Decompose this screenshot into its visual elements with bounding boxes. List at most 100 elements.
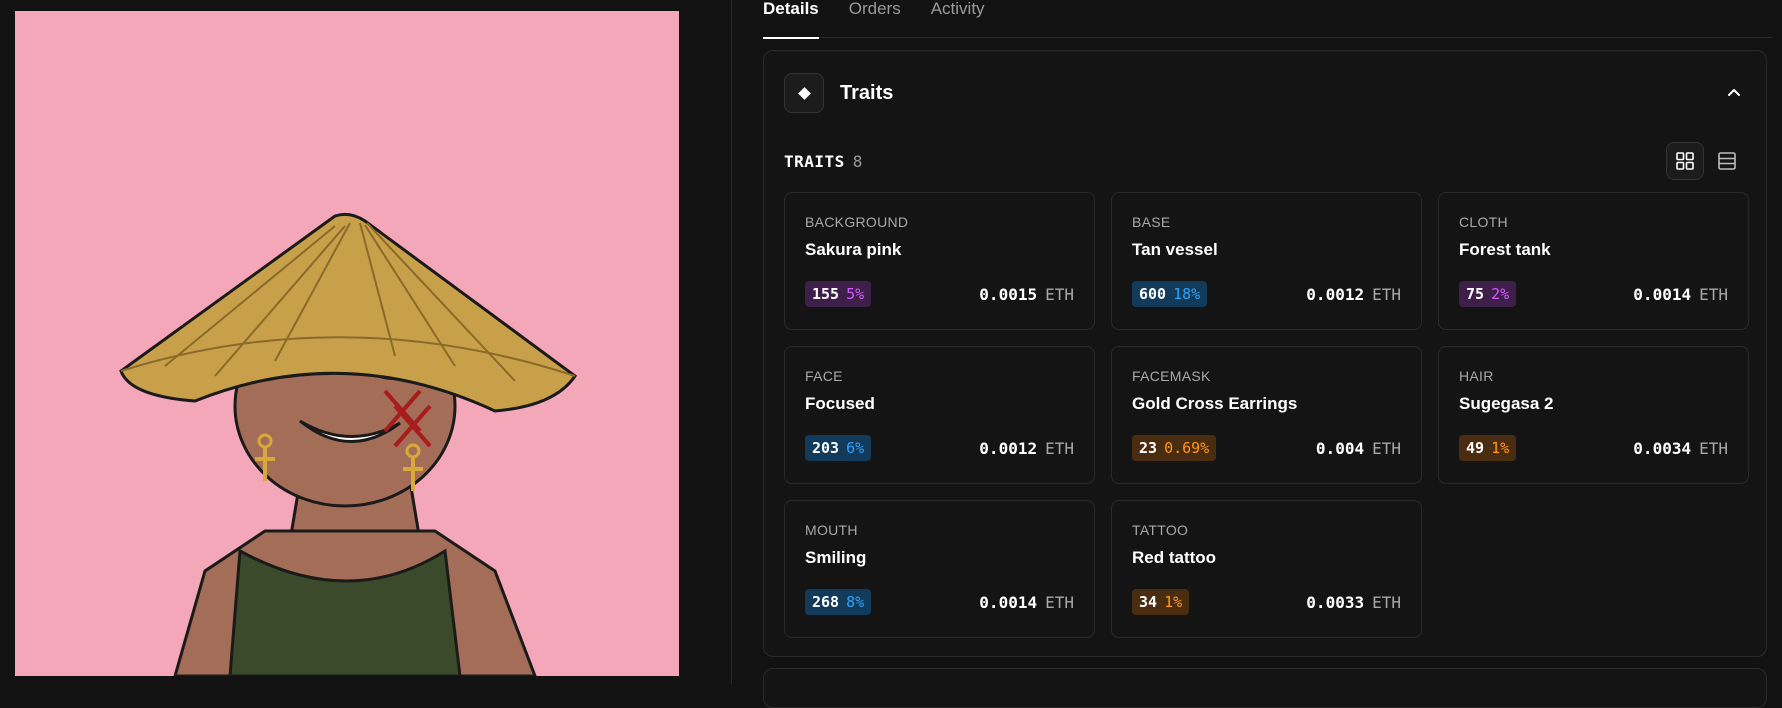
trait-percent: 1% bbox=[1164, 593, 1183, 611]
floor-price: 0.0014 ETH bbox=[1633, 285, 1728, 304]
trait-value: Tan vessel bbox=[1132, 240, 1218, 259]
floor-price: 0.0015 ETH bbox=[979, 285, 1074, 304]
price-amount: 0.0014 bbox=[1633, 284, 1692, 304]
trait-card[interactable]: TATTOO Red tattoo 34 1% 0.0033 ETH bbox=[1111, 500, 1422, 638]
trait-percent: 6% bbox=[846, 439, 865, 457]
trait-grid: BACKGROUND Sakura pink 155 5% 0.0015 ETH BASE T… bbox=[784, 192, 1749, 638]
floor-price: 0.0012 ETH bbox=[979, 439, 1074, 458]
grid-view-icon[interactable] bbox=[1666, 142, 1704, 180]
floor-price: 0.0033 ETH bbox=[1306, 593, 1401, 612]
trait-value: Forest tank bbox=[1459, 240, 1551, 259]
price-amount: 0.0033 bbox=[1306, 592, 1365, 612]
price-amount: 0.0034 bbox=[1633, 438, 1692, 458]
trait-type: TATTOO bbox=[1132, 522, 1189, 538]
trait-type: MOUTH bbox=[805, 522, 858, 538]
trait-value: Smiling bbox=[805, 548, 867, 567]
price-currency: ETH bbox=[1372, 284, 1401, 304]
list-view-icon[interactable] bbox=[1708, 142, 1746, 180]
trait-stats: 600 18% 0.0012 ETH bbox=[1132, 281, 1401, 307]
trait-card[interactable]: MOUTH Smiling 268 8% 0.0014 ETH bbox=[784, 500, 1095, 638]
rarity-badge: 49 1% bbox=[1459, 435, 1517, 461]
rarity-badge: 23 0.69% bbox=[1132, 435, 1217, 461]
chevron-up-icon[interactable] bbox=[1722, 81, 1746, 105]
trait-type: FACEMASK bbox=[1132, 368, 1211, 384]
trait-card[interactable]: CLOTH Forest tank 75 2% 0.0014 ETH bbox=[1438, 192, 1749, 330]
traits-count-row: TRAITS 8 bbox=[784, 141, 1746, 181]
trait-stats: 23 0.69% 0.004 ETH bbox=[1132, 435, 1401, 461]
trait-type: CLOTH bbox=[1459, 214, 1508, 230]
price-currency: ETH bbox=[1372, 438, 1401, 458]
trait-count: 49 bbox=[1466, 439, 1485, 457]
rarity-badge: 34 1% bbox=[1132, 589, 1190, 615]
trait-percent: 5% bbox=[846, 285, 865, 303]
trait-value: Sugegasa 2 bbox=[1459, 394, 1554, 413]
tab-bar: Details Orders Activity bbox=[763, 0, 1772, 39]
trait-percent: 18% bbox=[1173, 285, 1201, 303]
trait-count: 34 bbox=[1139, 593, 1158, 611]
trait-stats: 34 1% 0.0033 ETH bbox=[1132, 589, 1401, 615]
tab-details[interactable]: Details bbox=[763, 0, 819, 39]
nft-image[interactable] bbox=[15, 11, 679, 676]
traits-count: 8 bbox=[852, 151, 863, 171]
price-currency: ETH bbox=[1372, 592, 1401, 612]
rarity-badge: 600 18% bbox=[1132, 281, 1208, 307]
rarity-badge: 75 2% bbox=[1459, 281, 1517, 307]
price-amount: 0.0012 bbox=[979, 438, 1038, 458]
trait-count: 155 bbox=[812, 285, 840, 303]
traits-panel: Traits TRAITS 8 BACKGROUND Sakura pink 155… bbox=[763, 50, 1767, 657]
trait-type: BASE bbox=[1132, 214, 1171, 230]
panel-title: Traits bbox=[840, 81, 894, 104]
trait-count: 600 bbox=[1139, 285, 1167, 303]
trait-count: 203 bbox=[812, 439, 840, 457]
trait-card[interactable]: BACKGROUND Sakura pink 155 5% 0.0015 ETH bbox=[784, 192, 1095, 330]
trait-stats: 49 1% 0.0034 ETH bbox=[1459, 435, 1728, 461]
trait-count: 75 bbox=[1466, 285, 1485, 303]
trait-stats: 75 2% 0.0014 ETH bbox=[1459, 281, 1728, 307]
floor-price: 0.0034 ETH bbox=[1633, 439, 1728, 458]
price-amount: 0.0015 bbox=[979, 284, 1038, 304]
trait-percent: 1% bbox=[1491, 439, 1510, 457]
price-currency: ETH bbox=[1699, 438, 1728, 458]
trait-value: Focused bbox=[805, 394, 875, 413]
trait-percent: 2% bbox=[1491, 285, 1510, 303]
trait-card[interactable]: FACEMASK Gold Cross Earrings 23 0.69% 0.004 E… bbox=[1111, 346, 1422, 484]
trait-percent: 8% bbox=[846, 593, 865, 611]
price-currency: ETH bbox=[1045, 592, 1074, 612]
trait-percent: 0.69% bbox=[1164, 439, 1210, 457]
trait-card[interactable]: HAIR Sugegasa 2 49 1% 0.0034 ETH bbox=[1438, 346, 1749, 484]
rarity-badge: 268 8% bbox=[805, 589, 872, 615]
details-pane: Details Orders Activity Traits TRAITS 8 bbox=[733, 0, 1782, 708]
trait-count: 23 bbox=[1139, 439, 1158, 457]
tab-orders[interactable]: Orders bbox=[849, 0, 901, 38]
trait-type: HAIR bbox=[1459, 368, 1494, 384]
view-toggles bbox=[1666, 142, 1746, 180]
price-amount: 0.004 bbox=[1315, 438, 1365, 458]
floor-price: 0.0012 ETH bbox=[1306, 285, 1401, 304]
trait-value: Sakura pink bbox=[805, 240, 902, 259]
price-amount: 0.0012 bbox=[1306, 284, 1365, 304]
diamond-icon bbox=[784, 73, 824, 113]
trait-type: BACKGROUND bbox=[805, 214, 909, 230]
price-currency: ETH bbox=[1045, 438, 1074, 458]
rarity-badge: 203 6% bbox=[805, 435, 872, 461]
floor-price: 0.004 ETH bbox=[1316, 439, 1401, 458]
trait-card[interactable]: BASE Tan vessel 600 18% 0.0012 ETH bbox=[1111, 192, 1422, 330]
price-amount: 0.0014 bbox=[979, 592, 1038, 612]
floor-price: 0.0014 ETH bbox=[979, 593, 1074, 612]
trait-stats: 155 5% 0.0015 ETH bbox=[805, 281, 1074, 307]
trait-stats: 268 8% 0.0014 ETH bbox=[805, 589, 1074, 615]
price-currency: ETH bbox=[1045, 284, 1074, 304]
trait-card[interactable]: FACE Focused 203 6% 0.0012 ETH bbox=[784, 346, 1095, 484]
trait-value: Red tattoo bbox=[1132, 548, 1217, 567]
trait-count: 268 bbox=[812, 593, 840, 611]
next-panel bbox=[763, 668, 1767, 708]
nft-media-pane bbox=[0, 0, 732, 684]
trait-value: Gold Cross Earrings bbox=[1132, 394, 1298, 413]
trait-stats: 203 6% 0.0012 ETH bbox=[805, 435, 1074, 461]
traits-panel-header[interactable]: Traits bbox=[784, 73, 1746, 113]
trait-type: FACE bbox=[805, 368, 843, 384]
rarity-badge: 155 5% bbox=[805, 281, 872, 307]
traits-label: TRAITS bbox=[784, 151, 845, 171]
tab-activity[interactable]: Activity bbox=[931, 0, 985, 38]
price-currency: ETH bbox=[1699, 284, 1728, 304]
